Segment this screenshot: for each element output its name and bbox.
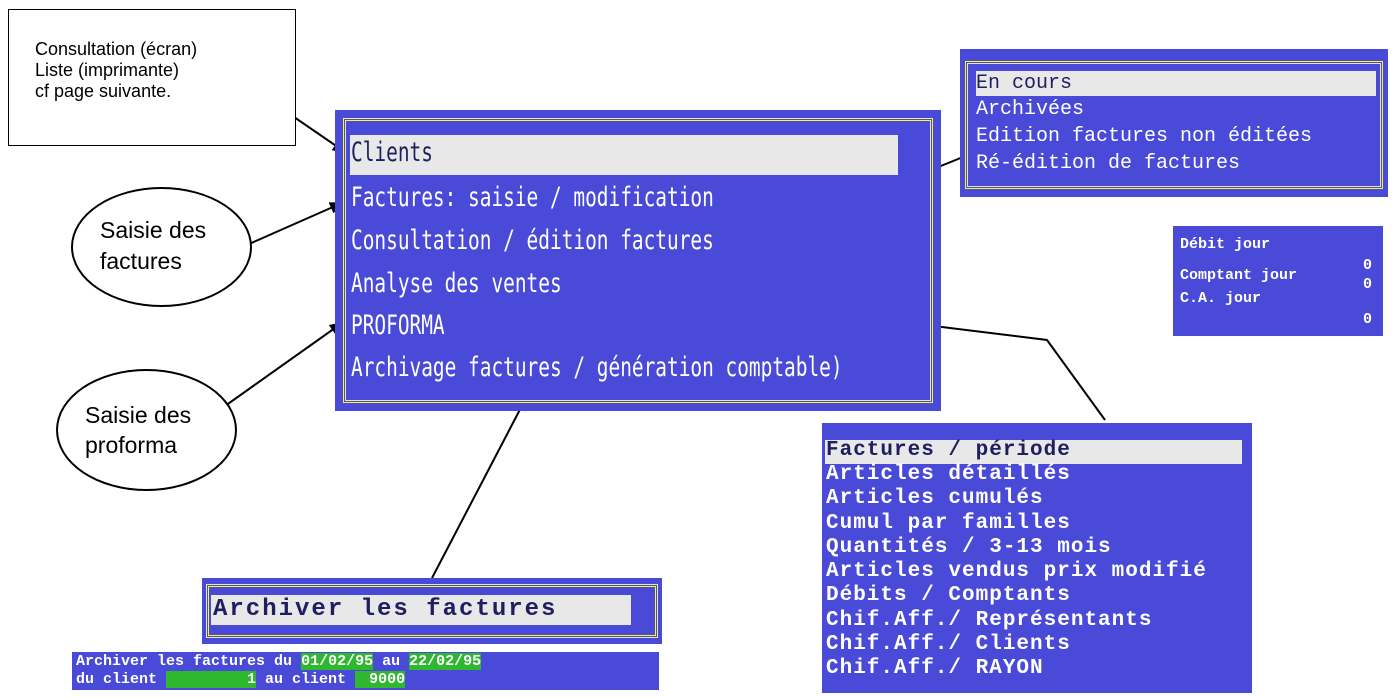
archive-form-line-2: du client 1 au client 9000 [76, 671, 406, 688]
menu-item-clients[interactable]: Clients [351, 137, 433, 168]
comptant-jour-label: Comptant jour [1180, 267, 1298, 284]
analyse-item-quantites[interactable]: Quantités / 3-13 mois [826, 536, 1112, 559]
analyse-submenu: Factures / période Articles détaillés Ar… [822, 423, 1252, 693]
analyse-item-ca-rayon[interactable]: Chif.Aff./ RAYON [826, 657, 1044, 680]
ca-jour-label: C.A. jour [1180, 290, 1262, 307]
arrow-archivage [431, 396, 527, 579]
consultation-note: Consultation (écran) Liste (imprimante) … [8, 9, 296, 146]
bubble-factures-line-1: Saisie des [100, 217, 207, 243]
archive-form-label-au: au [382, 653, 401, 670]
archive-dialog-title: Archiver les factures [213, 596, 558, 623]
archive-form: Archiver les factures du 01/02/95 au 22/… [72, 652, 659, 690]
submenu-item-re-edition[interactable]: Ré-édition de factures [976, 152, 1240, 175]
archive-form-line-1: Archiver les factures du 01/02/95 au 22/… [76, 653, 482, 670]
analyse-item-articles-detailles[interactable]: Articles détaillés [826, 463, 1071, 486]
analyse-item-prix-modifie[interactable]: Articles vendus prix modifié [826, 560, 1207, 583]
debit-jour-value: 0 [1363, 257, 1373, 274]
bubble-proforma-line-2: proforma [85, 432, 178, 458]
menu-item-archivage[interactable]: Archivage factures / génération comptabl… [351, 352, 843, 383]
note-line-1: Consultation (écran) [35, 39, 198, 59]
bubble-factures-line-2: factures [100, 248, 182, 274]
note-line-3: cf page suivante. [35, 81, 172, 101]
analyse-item-ca-representants[interactable]: Chif.Aff./ Représentants [826, 609, 1152, 632]
analyse-item-articles-cumules[interactable]: Articles cumulés [826, 487, 1044, 510]
bubble-saisie-proforma: Saisie des proforma [56, 369, 237, 491]
arrow-proforma-bubble [224, 321, 344, 407]
analyse-item-debits-comptants[interactable]: Débits / Comptants [826, 584, 1071, 607]
client-from-field[interactable]: 1 [166, 671, 257, 688]
client-to-field[interactable]: 9000 [355, 671, 406, 688]
comptant-jour-value: 0 [1363, 276, 1373, 293]
main-menu: Clients Factures: saisie / modification … [335, 110, 941, 411]
note-line-2: Liste (imprimante) [35, 60, 180, 80]
archive-form-label-du: Archiver les factures du [76, 653, 293, 670]
date-to-field[interactable]: 22/02/95 [409, 653, 482, 670]
menu-item-factures-saisie[interactable]: Factures: saisie / modification [351, 182, 714, 213]
menu-item-analyse-ventes[interactable]: Analyse des ventes [351, 268, 562, 299]
archive-dialog: Archiver les factures [202, 578, 662, 644]
consultation-submenu: En cours Archivées Edition factures non … [960, 49, 1388, 197]
analyse-item-ca-clients[interactable]: Chif.Aff./ Clients [826, 633, 1071, 656]
submenu-item-edition-non-editees[interactable]: Edition factures non éditées [976, 125, 1312, 148]
submenu-item-archivees[interactable]: Archivées [976, 98, 1084, 121]
debit-jour-label: Débit jour [1180, 236, 1271, 253]
archive-form-label-client: du client [76, 671, 158, 688]
date-from-field[interactable]: 01/02/95 [301, 653, 374, 670]
menu-item-consultation-edition[interactable]: Consultation / édition factures [351, 225, 714, 256]
ca-jour-value: 0 [1363, 311, 1373, 328]
bubble-proforma-line-1: Saisie des [85, 402, 192, 428]
archive-form-label-au-client: au client [265, 671, 347, 688]
analyse-item-cumul-familles[interactable]: Cumul par familles [826, 512, 1071, 535]
menu-item-proforma[interactable]: PROFORMA [351, 310, 445, 341]
bubble-saisie-factures: Saisie des factures [71, 187, 252, 307]
submenu-item-en-cours[interactable]: En cours [976, 72, 1072, 95]
analyse-item-factures-periode[interactable]: Factures / période [826, 439, 1071, 462]
arrow-factures-bubble [248, 202, 344, 245]
daily-totals-panel: Débit jour 0 Comptant jour 0 C.A. jour 0 [1173, 226, 1383, 336]
